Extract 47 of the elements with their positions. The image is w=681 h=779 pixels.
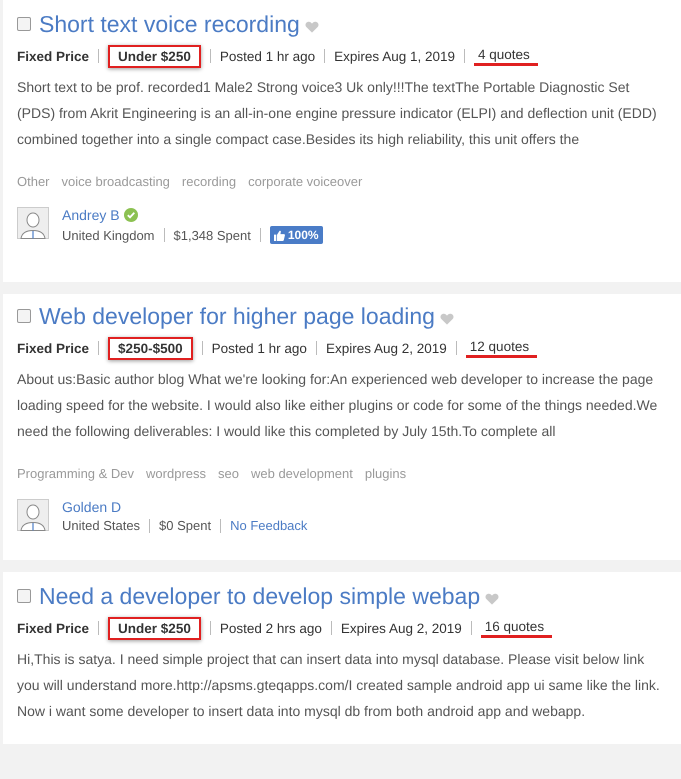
job-description: Short text to be prof. recorded1 Male2 Strong voice3 Uk only!!!The textThe Portable Diagnostic Set (PDS) from Akrit Engineering is an all-in-one engine pressure indicator (ELPI) and deflection unit (EDD) combined together into a single compact case.Besides its high reliability, this unit offers the [17,78,658,149]
tag-link[interactable]: seo [218,466,239,481]
quote-count: 16 quotes [480,618,552,638]
job-title-link[interactable]: Need a developer to develop simple webap [39,580,480,612]
tag-link[interactable]: recording [182,174,236,189]
expiry-date: Expires Aug 1, 2019 [334,48,456,64]
job-title-link[interactable]: Short text voice recording [39,8,300,40]
posted-time: Posted 1 hr ago [212,340,307,356]
posted-time: Posted 1 hr ago [220,48,316,64]
expiry-date: Expires Aug 2, 2019 [340,620,462,636]
heart-icon[interactable] [440,313,454,325]
job-description: About us:Basic author blog What we're looking for:An experienced web developer to increase the page loading speed for the website. I would also like either plugins or code for some of the things needed.We need the following deliverables: I would like this completed by July 15th.To complete all [17,370,658,441]
tag-link[interactable]: plugins [364,466,406,481]
tag-link[interactable]: Programming & Dev [17,466,134,481]
budget-label: Under $250 [108,616,201,640]
avatar-icon [17,207,49,239]
expiry-date: Expires Aug 2, 2019 [326,340,447,356]
budget-label: $250-$500 [108,336,193,360]
client-name-link[interactable]: Golden D [62,499,122,515]
avatar-icon [17,499,49,531]
feedback-link[interactable]: No Feedback [230,518,308,533]
job-description: Hi,This is satya. I need simple project that can insert data into mysql database. Please visit below link you will understand more.http://apsms.gteqapps.com/I created sample android app ui same like the link. Now i want some developer to insert data into mysql db from both android app and webapp. [17,650,661,721]
checkbox[interactable] [17,17,31,31]
quote-count: 12 quotes [466,338,538,358]
thumbs-up-icon [274,230,285,240]
price-type: Fixed Price [17,340,90,356]
checkbox[interactable] [17,589,31,603]
tag-link[interactable]: web development [250,466,353,481]
checkbox[interactable] [17,309,31,323]
heart-icon[interactable] [485,593,500,605]
client-country: United States [62,518,140,533]
posted-time: Posted 2 hrs ago [220,620,322,636]
tag-link[interactable]: corporate voiceover [248,174,362,189]
job-title-link[interactable]: Web developer for higher page loading [39,300,435,332]
client-spent: $1,348 Spent [174,228,251,242]
quote-count: 4 quotes [474,46,538,66]
client-spent: $0 Spent [159,518,212,533]
price-type: Fixed Price [17,620,90,636]
budget-label: Under $250 [108,44,201,68]
price-type: Fixed Price [17,48,90,64]
heart-icon[interactable] [304,21,319,33]
client-country: United Kingdom [62,228,154,242]
feedback-badge: 100% [270,226,323,244]
tag-link[interactable]: Other [17,174,50,189]
tag-link[interactable]: wordpress [146,466,206,481]
client-name-link[interactable]: Andrey B [62,207,120,223]
tag-link[interactable]: voice broadcasting [62,174,170,189]
